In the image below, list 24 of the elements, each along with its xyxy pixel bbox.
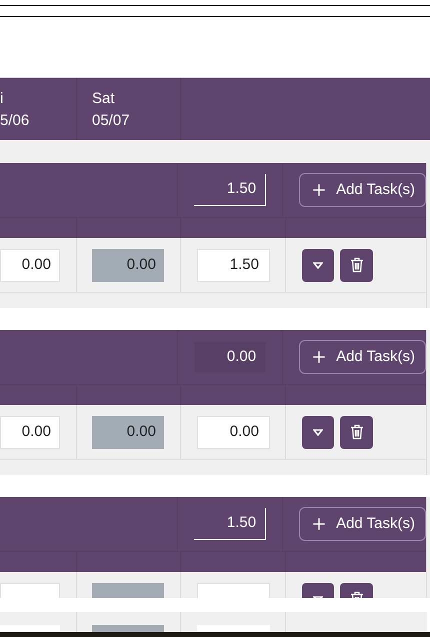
hours-field[interactable]: 0.00: [0, 248, 60, 282]
add-task-button[interactable]: Add Task(s): [299, 507, 426, 541]
total-field[interactable]: 0.00: [194, 341, 266, 373]
day-label: i: [0, 88, 4, 108]
hours-field[interactable]: 1.50: [197, 248, 270, 282]
trash-icon: [350, 424, 364, 440]
hours-field[interactable]: 0.00: [0, 416, 60, 448]
trash-icon: [350, 257, 364, 273]
date-label: 05/07: [92, 110, 131, 130]
day-label: Sat: [92, 88, 116, 108]
dropdown-button[interactable]: [302, 248, 334, 282]
caret-icon: [313, 428, 323, 436]
add-task-button[interactable]: Add Task(s): [299, 340, 426, 374]
hours-field: 0.00: [92, 416, 164, 448]
caret-icon: [313, 262, 323, 268]
date-label: 5/06: [0, 110, 30, 130]
add-task-button[interactable]: Add Task(s): [299, 173, 426, 207]
hours-field[interactable]: 0.00: [197, 416, 270, 448]
hours-field: 0.00: [92, 248, 164, 282]
dropdown-button[interactable]: [302, 416, 334, 448]
delete-button[interactable]: [340, 416, 373, 448]
total-field[interactable]: 1.50: [194, 174, 266, 206]
delete-button[interactable]: [340, 248, 373, 282]
total-field[interactable]: 1.50: [194, 508, 266, 540]
